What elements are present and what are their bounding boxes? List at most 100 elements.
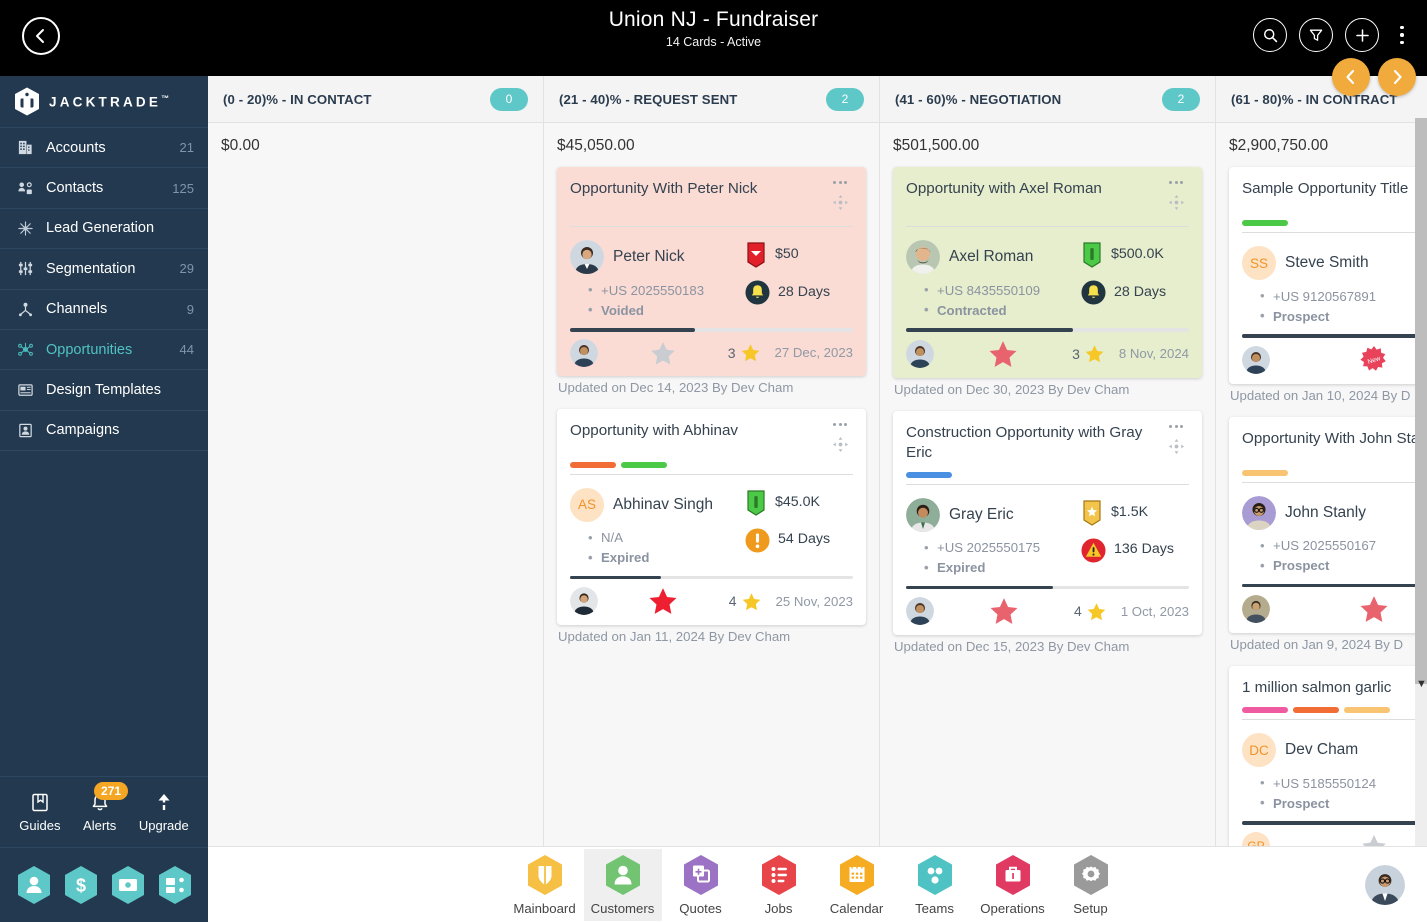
board-vertical-scrollbar[interactable]: ▼ — [1415, 118, 1427, 846]
sidebar-item-label: Campaigns — [46, 422, 120, 439]
move-handle-icon[interactable] — [832, 436, 849, 453]
column-body[interactable]: $501,500.00 Opportunity with Axel Roman — [880, 123, 1215, 846]
card-body: SS Steve Smith +US 9120567891 Prospect — [1242, 237, 1427, 332]
card-contact: DC Dev Cham +US 5185550124 Prospect — [1242, 733, 1417, 813]
sidebar-item-contacts[interactable]: Contacts 125 — [0, 168, 208, 209]
footer-flag[interactable] — [1270, 832, 1427, 846]
opportunity-card[interactable]: Sample Opportunity Title SS Steve Smith … — [1229, 167, 1427, 384]
days-value: 54 Days — [778, 531, 831, 548]
sidebar-item-campaigns[interactable]: Campaigns — [0, 411, 208, 452]
header-actions — [1253, 18, 1413, 52]
card-header: 1 million salmon garlic — [1242, 678, 1427, 698]
days-value: 28 Days — [778, 283, 831, 300]
grey-star-icon — [1362, 834, 1386, 846]
filter-button[interactable] — [1299, 18, 1333, 52]
owner-avatar — [1242, 345, 1270, 374]
footer-flag[interactable] — [934, 339, 1072, 369]
bottom-nav-jobs[interactable]: Jobs — [740, 849, 818, 921]
move-handle-icon[interactable] — [1168, 194, 1185, 211]
brand-name: JACKTRADE™ — [49, 94, 169, 110]
column-title: (21 - 40)% - REQUEST SENT — [559, 91, 738, 107]
contact-name: Gray Eric — [949, 505, 1014, 523]
sidebar-item-accounts[interactable]: Accounts 21 — [0, 128, 208, 169]
bottom-nav-operations[interactable]: Operations — [974, 849, 1052, 921]
card-contact: Gray Eric +US 2025550175 Expired — [906, 497, 1081, 578]
bottom-nav-items: Mainboard Customers Quotes Jobs Calendar… — [506, 848, 1130, 921]
brand-logo[interactable]: JACKTRADE™ — [0, 76, 208, 128]
bottom-nav-calendar[interactable]: Calendar — [818, 849, 896, 921]
bottom-nav-setup[interactable]: Setup — [1052, 849, 1130, 921]
card-segment-bar — [570, 220, 853, 227]
footer-flag[interactable] — [934, 596, 1074, 626]
bottom-nav-teams[interactable]: Teams — [896, 849, 974, 921]
scroll-down-caret-icon[interactable]: ▼ — [1416, 678, 1427, 690]
card-menu-icon[interactable] — [1169, 181, 1183, 184]
sidebar-item-opportunities[interactable]: Opportunities 44 — [0, 330, 208, 371]
campaigns-icon — [14, 422, 36, 439]
filter-icon — [1309, 29, 1323, 41]
yellow-star-icon — [742, 592, 760, 610]
segment-chip — [570, 461, 616, 468]
opportunity-card[interactable]: Opportunity With John Stanly John Stanly… — [1229, 416, 1427, 633]
sidebar-item-channels[interactable]: Channels 9 — [0, 290, 208, 330]
contact-name: John Stanly — [1285, 503, 1366, 521]
owner-avatar — [570, 587, 598, 615]
alerts-button[interactable]: 271 Alerts — [83, 781, 129, 833]
scrollbar-thumb[interactable] — [1415, 118, 1427, 684]
sidebar-item-design-templates[interactable]: Design Templates — [0, 370, 208, 411]
card-contact: Axel Roman +US 8435550109 Contracted — [906, 240, 1081, 320]
card-amount: $1.5K — [1081, 500, 1189, 526]
card-title: Opportunity with Abhinav — [570, 421, 739, 439]
contact-phone: +US 2025550175 — [924, 538, 1081, 558]
footer-flag[interactable] — [598, 339, 728, 367]
contact-phone: +US 5185550124 — [1260, 773, 1417, 793]
guides-button[interactable]: Guides — [19, 792, 60, 833]
opportunity-card[interactable]: Opportunity with Axel Roman Axel Roman •… — [893, 167, 1202, 378]
board-prev-button[interactable] — [1332, 58, 1370, 96]
payment-hex-icon[interactable] — [110, 865, 146, 905]
column-body[interactable]: $45,050.00 Opportunity With Peter Nick P… — [544, 123, 879, 846]
opportunity-card[interactable]: Opportunity With Peter Nick Peter Nick •… — [557, 167, 866, 376]
footer-flag[interactable]: New — [1270, 345, 1427, 375]
bottom-nav-quotes[interactable]: Quotes — [662, 849, 740, 921]
opportunity-card[interactable]: Opportunity with Abhinav AS Abhinav Sing… — [557, 408, 866, 625]
card-menu-icon[interactable] — [833, 181, 847, 184]
footer-flag[interactable] — [1270, 594, 1427, 624]
brand-text: JACKTRADE — [49, 94, 162, 110]
board-next-button[interactable] — [1378, 58, 1416, 96]
sidebar-item-segmentation[interactable]: Segmentation 29 — [0, 249, 208, 290]
chevron-left-icon — [1346, 69, 1355, 85]
sidebar-item-lead-generation[interactable]: Lead Generation — [0, 209, 208, 250]
bottom-nav-customers[interactable]: Customers — [583, 848, 662, 921]
move-handle-icon[interactable] — [1168, 438, 1185, 455]
contact-name: Abhinav Singh — [613, 495, 713, 513]
upgrade-button[interactable]: Upgrade — [139, 792, 189, 833]
person-hex-icon[interactable] — [16, 865, 52, 905]
move-handle-icon[interactable] — [832, 194, 849, 211]
card-title: 1 million salmon garlic — [1242, 679, 1392, 696]
card-menu-icon[interactable] — [833, 422, 847, 426]
bottom-nav-mainboard[interactable]: Mainboard — [506, 849, 584, 921]
amount-value: $500.0K — [1111, 246, 1164, 263]
profile-avatar[interactable] — [1365, 865, 1405, 905]
opportunity-card[interactable]: Construction Opportunity with Gray Eric — [893, 410, 1202, 636]
svg-text:$: $ — [75, 876, 85, 896]
column-body[interactable]: $0.00 — [208, 123, 543, 846]
building-icon — [14, 139, 36, 156]
footer-flag[interactable] — [598, 586, 729, 616]
more-vertical-icon[interactable] — [1391, 18, 1413, 52]
dollar-hex-icon[interactable]: $ — [63, 865, 99, 905]
card-date: 1 Oct, 2023 — [1120, 603, 1189, 619]
card-body: Axel Roman +US 8435550109 Contracted — [906, 231, 1189, 326]
workflow-hex-icon[interactable] — [157, 865, 193, 905]
add-button[interactable] — [1345, 18, 1379, 52]
opportunity-card[interactable]: 1 million salmon garlic DC Dev Cham • +U… — [1229, 666, 1427, 846]
sidebar-tools: Guides 271 Alerts Upgrade — [0, 776, 208, 848]
search-button[interactable] — [1253, 18, 1287, 52]
column-body[interactable]: $2,900,750.00 Sample Opportunity Title S… — [1216, 123, 1427, 846]
contact-person: Peter Nick — [570, 240, 745, 274]
card-stats: $45.0K 54 Days — [745, 488, 853, 568]
card-header: Opportunity With John Stanly — [1242, 429, 1427, 461]
card-menu-icon[interactable] — [1169, 424, 1183, 428]
card-stats: $50 28 Days — [745, 240, 853, 320]
